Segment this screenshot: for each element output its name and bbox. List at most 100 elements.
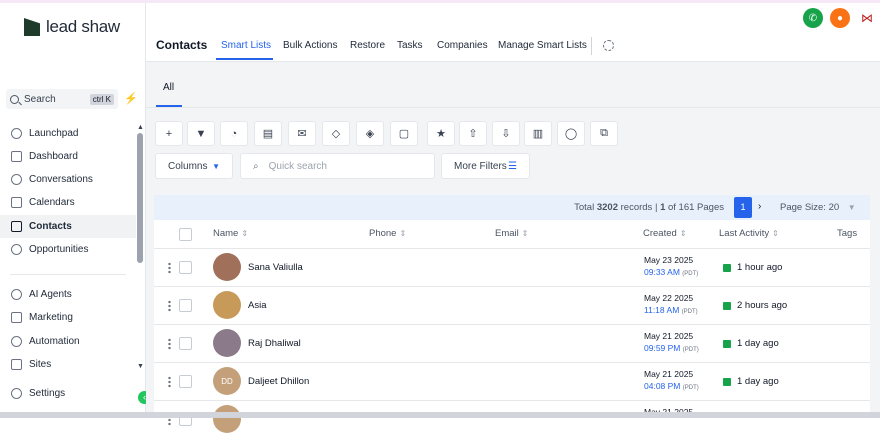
add-contact-button[interactable]: + [155, 121, 183, 146]
timezone-label: (PDT) [682, 385, 699, 391]
account-logo-button[interactable]: ⋈ [857, 8, 877, 28]
sidebar-item-label: Settings [29, 388, 66, 399]
subtab-all[interactable]: All [163, 82, 174, 93]
sidebar-item-opportunities[interactable]: Opportunities [0, 238, 136, 261]
filter-icon: ▼ [195, 127, 207, 140]
workflow-button[interactable]: ◔ [220, 121, 248, 146]
notifications-button[interactable]: ● [830, 8, 850, 28]
sidebar-item-label: Opportunities [29, 244, 89, 255]
sidebar-item-label: AI Agents [29, 289, 72, 300]
table-row[interactable]: Raj Dhaliwal May 21 2025 09:59 PM (PDT) 1 d… [154, 324, 870, 362]
search-icon [10, 94, 19, 104]
scroll-up-arrow[interactable]: ▲ [137, 124, 144, 131]
remove-tag-button[interactable]: ◈ [356, 121, 384, 146]
sidebar-item-automation[interactable]: Automation [0, 330, 136, 353]
dashboard-icon [11, 151, 22, 162]
page-size-select[interactable]: Page Size: 20 ▼ [780, 202, 856, 213]
sidebar-item-dashboard[interactable]: Dashboard [0, 145, 136, 168]
created-time-value: 09:59 PM [644, 343, 681, 353]
company-button[interactable]: ▥ [524, 121, 552, 146]
active-tab-indicator [216, 58, 273, 60]
row-menu-icon[interactable] [168, 338, 171, 350]
tab-restore[interactable]: Restore [350, 40, 385, 51]
column-header-phone[interactable]: Phone ⇕ [369, 220, 406, 248]
row-menu-icon[interactable] [168, 376, 171, 388]
row-checkbox[interactable] [179, 375, 192, 388]
sidebar-search[interactable]: Search ctrl K [6, 89, 118, 109]
header-divider [591, 37, 592, 55]
last-activity-text: 1 day ago [737, 338, 779, 349]
quick-search-input[interactable]: ⌕ Quick search [240, 153, 435, 179]
quick-action-icon[interactable]: ⚡ [124, 92, 138, 105]
horizontal-scrollbar[interactable] [0, 412, 880, 418]
scroll-down-arrow[interactable]: ▼ [137, 363, 144, 370]
export-button[interactable]: ⇧ [459, 121, 487, 146]
merge-button[interactable]: ⧉ [590, 121, 618, 146]
avatar [213, 405, 241, 433]
contact-name[interactable]: Asia [248, 300, 266, 311]
row-checkbox[interactable] [179, 299, 192, 312]
sidebar-item-launchpad[interactable]: Launchpad [0, 122, 136, 145]
row-checkbox[interactable] [179, 337, 192, 350]
sidebar-item-ai-agents[interactable]: AI Agents [0, 283, 136, 306]
phone-button[interactable]: ✆ [803, 8, 823, 28]
sparkle-icon [11, 289, 22, 300]
import-button[interactable]: ⇩ [492, 121, 520, 146]
sidebar-item-label: Dashboard [29, 151, 78, 162]
column-header-last-activity[interactable]: Last Activity ⇕ [719, 220, 779, 248]
send-icon [11, 312, 22, 323]
more-filters-button[interactable]: More Filters ☰ [441, 153, 530, 179]
page-1-button[interactable]: 1 [734, 197, 752, 218]
column-header-tags[interactable]: Tags [837, 220, 857, 248]
sidebar-item-marketing[interactable]: Marketing [0, 306, 136, 329]
total-label: Total [574, 202, 595, 213]
settings-gear-icon[interactable] [603, 40, 614, 51]
last-activity-text: 2 hours ago [737, 300, 788, 311]
delete-button[interactable]: ▢ [390, 121, 418, 146]
sidebar-item-conversations[interactable]: Conversations [0, 168, 136, 191]
table-row[interactable]: Sana Valiulla May 23 2025 09:33 AM (PDT) 1 … [154, 248, 870, 286]
sidebar-item-calendars[interactable]: Calendars [0, 191, 136, 214]
brand-logo[interactable]: lead shaw [24, 17, 120, 37]
import-icon: ⇩ [501, 128, 511, 140]
sidebar-item-sites[interactable]: Sites [0, 353, 136, 376]
row-menu-icon[interactable] [168, 262, 171, 274]
table-row[interactable]: May 21 2025 [154, 400, 870, 438]
filter-button[interactable]: ▼ [187, 121, 215, 146]
opportunities-icon [11, 244, 22, 255]
activity-flag-icon [723, 377, 731, 386]
contact-name[interactable]: Raj Dhaliwal [248, 338, 301, 349]
tab-companies[interactable]: Companies [437, 40, 488, 51]
sidebar-scrollbar[interactable] [137, 133, 143, 263]
next-page-icon[interactable]: › [758, 201, 761, 212]
sidebar-item-contacts[interactable]: Contacts [0, 215, 136, 238]
select-all-checkbox[interactable] [179, 228, 192, 241]
row-menu-icon[interactable] [168, 300, 171, 312]
sms-icon: ▤ [262, 128, 274, 140]
sidebar-item-label: Sites [29, 359, 52, 370]
contact-name[interactable]: Sana Valiulla [248, 262, 303, 273]
add-tag-button[interactable]: ◇ [322, 121, 350, 146]
avatar: DD [213, 367, 241, 395]
table-row[interactable]: DD Daljeet Dhillon May 21 2025 04:08 PM (PD… [154, 362, 870, 400]
column-header-email[interactable]: Email ⇕ [495, 220, 528, 248]
sidebar-item-settings[interactable]: Settings [0, 382, 136, 405]
tab-manage-smart-lists[interactable]: Manage Smart Lists [498, 40, 587, 51]
email-button[interactable]: ✉ [288, 121, 316, 146]
created-date: May 21 2025 [644, 331, 694, 341]
top-header: ✆ ● ⋈ Contacts Smart Lists Bulk Actions … [146, 3, 880, 62]
contact-name[interactable]: Daljeet Dhillon [248, 376, 309, 387]
whatsapp-button[interactable]: ◯ [557, 121, 585, 146]
columns-dropdown[interactable]: Columns ▼ [155, 153, 233, 179]
sms-button[interactable]: ▤ [254, 121, 282, 146]
created-time: 04:08 PM (PDT) [644, 381, 699, 391]
star-button[interactable]: ★ [427, 121, 455, 146]
tab-smart-lists[interactable]: Smart Lists [221, 40, 271, 51]
tab-bulk-actions[interactable]: Bulk Actions [283, 40, 337, 51]
tab-tasks[interactable]: Tasks [397, 40, 423, 51]
row-checkbox[interactable] [179, 261, 192, 274]
last-activity: 1 day ago [723, 376, 779, 387]
table-row[interactable]: Asia May 22 2025 11:18 AM (PDT) 2 hours ago [154, 286, 870, 324]
column-header-name[interactable]: Name ⇕ [213, 220, 248, 248]
column-header-created[interactable]: Created ⇕ [643, 220, 687, 248]
